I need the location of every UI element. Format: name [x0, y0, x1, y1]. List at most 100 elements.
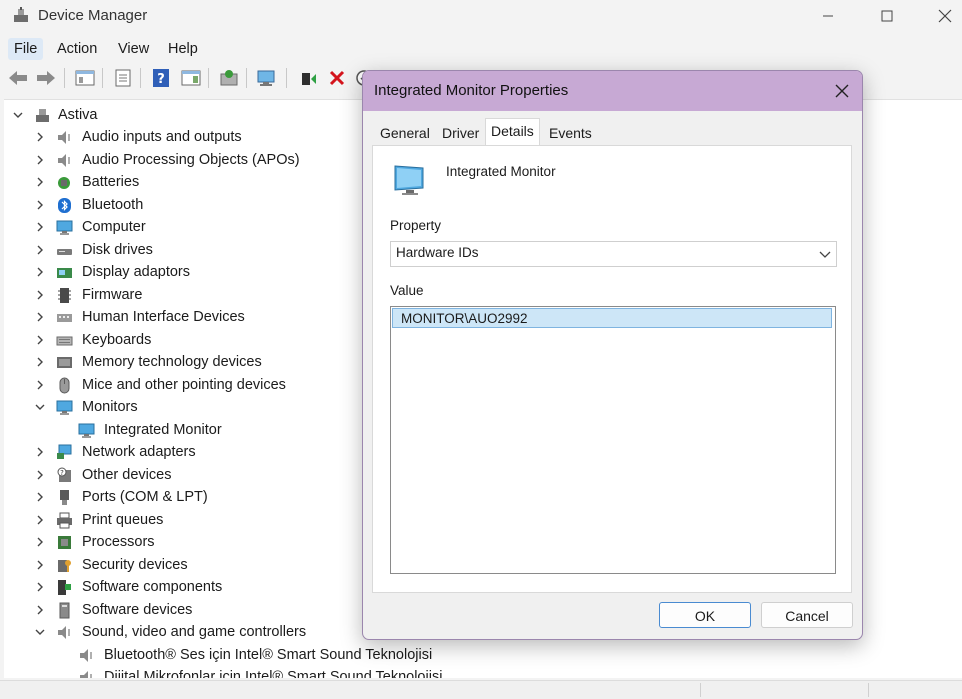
enable-device-button[interactable] — [298, 67, 320, 89]
menu-bar: File Action View Help — [0, 36, 962, 62]
dialog-title-bar: Integrated Monitor Properties — [363, 71, 862, 111]
menu-file[interactable]: File — [8, 38, 44, 60]
scan-hardware-button[interactable] — [256, 67, 278, 89]
speaker-icon — [80, 648, 92, 662]
details-tab-page: Integrated Monitor Property Hardware IDs… — [372, 145, 852, 593]
forward-button[interactable] — [35, 67, 57, 89]
help-button[interactable]: ? — [150, 67, 172, 89]
minimize-button[interactable] — [798, 0, 858, 32]
tree-item-label: Sound, video and game controllers — [82, 624, 307, 640]
tree-item-label: Integrated Monitor — [104, 421, 222, 438]
processor-icon — [58, 536, 71, 549]
tree-item-label: Audio Processing Objects (APOs) — [82, 151, 300, 168]
arrow-left-icon — [9, 71, 27, 85]
window-title: Device Manager — [38, 7, 148, 24]
ok-button[interactable]: OK — [659, 602, 751, 628]
back-button[interactable] — [7, 67, 29, 89]
update-driver-button[interactable] — [218, 67, 240, 89]
menu-view[interactable]: View — [112, 38, 155, 60]
chevron-right-icon[interactable] — [34, 289, 46, 301]
status-separator — [700, 683, 701, 697]
computer-tower-icon — [36, 109, 49, 122]
disk-drive-icon — [57, 248, 72, 255]
monitor-icon — [394, 165, 424, 195]
cancel-button[interactable]: Cancel — [761, 602, 853, 628]
tree-item-label: Processors — [82, 534, 155, 550]
value-list-item[interactable]: MONITOR\AUO2992 — [392, 308, 832, 328]
chevron-right-icon[interactable] — [34, 311, 46, 323]
tab-details[interactable]: Details — [485, 118, 540, 146]
mouse-icon — [59, 377, 70, 393]
port-icon — [60, 490, 69, 505]
monitor-icon — [56, 400, 73, 415]
computer-icon — [56, 220, 73, 235]
tree-item-label: Computer — [82, 219, 146, 235]
title-bar: Device Manager — [0, 0, 962, 32]
maximize-button[interactable] — [857, 0, 917, 32]
svg-text:?: ? — [157, 72, 165, 87]
close-window-button[interactable] — [915, 0, 962, 32]
property-dropdown[interactable]: Hardware IDs — [390, 241, 837, 267]
value-label: Value — [390, 283, 424, 298]
dialog-close-button[interactable] — [830, 79, 854, 103]
toolbar-separator — [208, 68, 209, 88]
firmware-icon — [58, 287, 71, 303]
tree-root-label: Astiva — [58, 107, 98, 123]
tree-item-label: Network adapters — [82, 444, 196, 460]
toolbar-separator — [64, 68, 65, 88]
chevron-right-icon[interactable] — [34, 581, 46, 593]
uninstall-device-button[interactable] — [326, 67, 348, 89]
tab-events[interactable]: Events — [544, 122, 597, 144]
tree-item-label: Disk drives — [82, 241, 153, 258]
properties-dialog: Integrated Monitor Properties General Dr… — [362, 70, 863, 640]
chevron-right-icon[interactable] — [34, 379, 46, 391]
speaker-icon — [58, 626, 70, 639]
show-hide-console-tree-button[interactable] — [74, 67, 96, 89]
value-list[interactable]: MONITOR\AUO2992 — [390, 306, 836, 574]
chevron-right-icon[interactable] — [34, 334, 46, 346]
toolbar-separator — [286, 68, 287, 88]
chevron-down-icon — [819, 251, 831, 258]
chevron-right-icon[interactable] — [34, 559, 46, 571]
chevron-right-icon[interactable] — [34, 176, 46, 188]
properties-button[interactable] — [112, 67, 134, 89]
chevron-right-icon[interactable] — [34, 244, 46, 256]
toolbar-separator — [246, 68, 247, 88]
software-device-icon — [59, 602, 70, 618]
chevron-right-icon[interactable] — [34, 356, 46, 368]
enable-device-icon — [302, 73, 316, 85]
chevron-right-icon[interactable] — [34, 266, 46, 278]
chevron-right-icon[interactable] — [34, 131, 46, 143]
close-icon — [938, 9, 952, 23]
chevron-right-icon[interactable] — [34, 154, 46, 166]
network-icon — [57, 444, 72, 459]
chevron-right-icon[interactable] — [34, 469, 46, 481]
chevron-right-icon[interactable] — [34, 446, 46, 458]
tree-item-label: Firmware — [82, 286, 143, 303]
chevron-right-icon[interactable] — [34, 221, 46, 233]
scan-hardware-icon — [257, 70, 275, 86]
tree-item-label: Bluetooth — [82, 196, 144, 213]
tree-item-label: Monitors — [82, 399, 138, 415]
tab-general[interactable]: General — [375, 122, 435, 144]
tab-driver[interactable]: Driver — [437, 122, 484, 144]
chevron-right-icon[interactable] — [34, 604, 46, 616]
update-driver-icon — [220, 70, 238, 86]
minimize-icon — [823, 15, 833, 17]
chevron-right-icon[interactable] — [34, 514, 46, 526]
chevron-down-icon — [13, 112, 23, 118]
toolbar-separator — [140, 68, 141, 88]
action-pane-button[interactable] — [180, 67, 202, 89]
chevron-down-icon[interactable] — [34, 626, 46, 638]
properties-icon — [115, 69, 131, 87]
chevron-right-icon[interactable] — [34, 536, 46, 548]
menu-action[interactable]: Action — [51, 38, 103, 60]
red-x-icon — [329, 70, 345, 86]
close-icon — [835, 84, 849, 98]
menu-help[interactable]: Help — [162, 38, 204, 60]
property-label: Property — [390, 218, 442, 233]
toolbar-separator — [102, 68, 103, 88]
chevron-right-icon[interactable] — [34, 199, 46, 211]
chevron-down-icon[interactable] — [34, 401, 46, 413]
chevron-right-icon[interactable] — [34, 491, 46, 503]
